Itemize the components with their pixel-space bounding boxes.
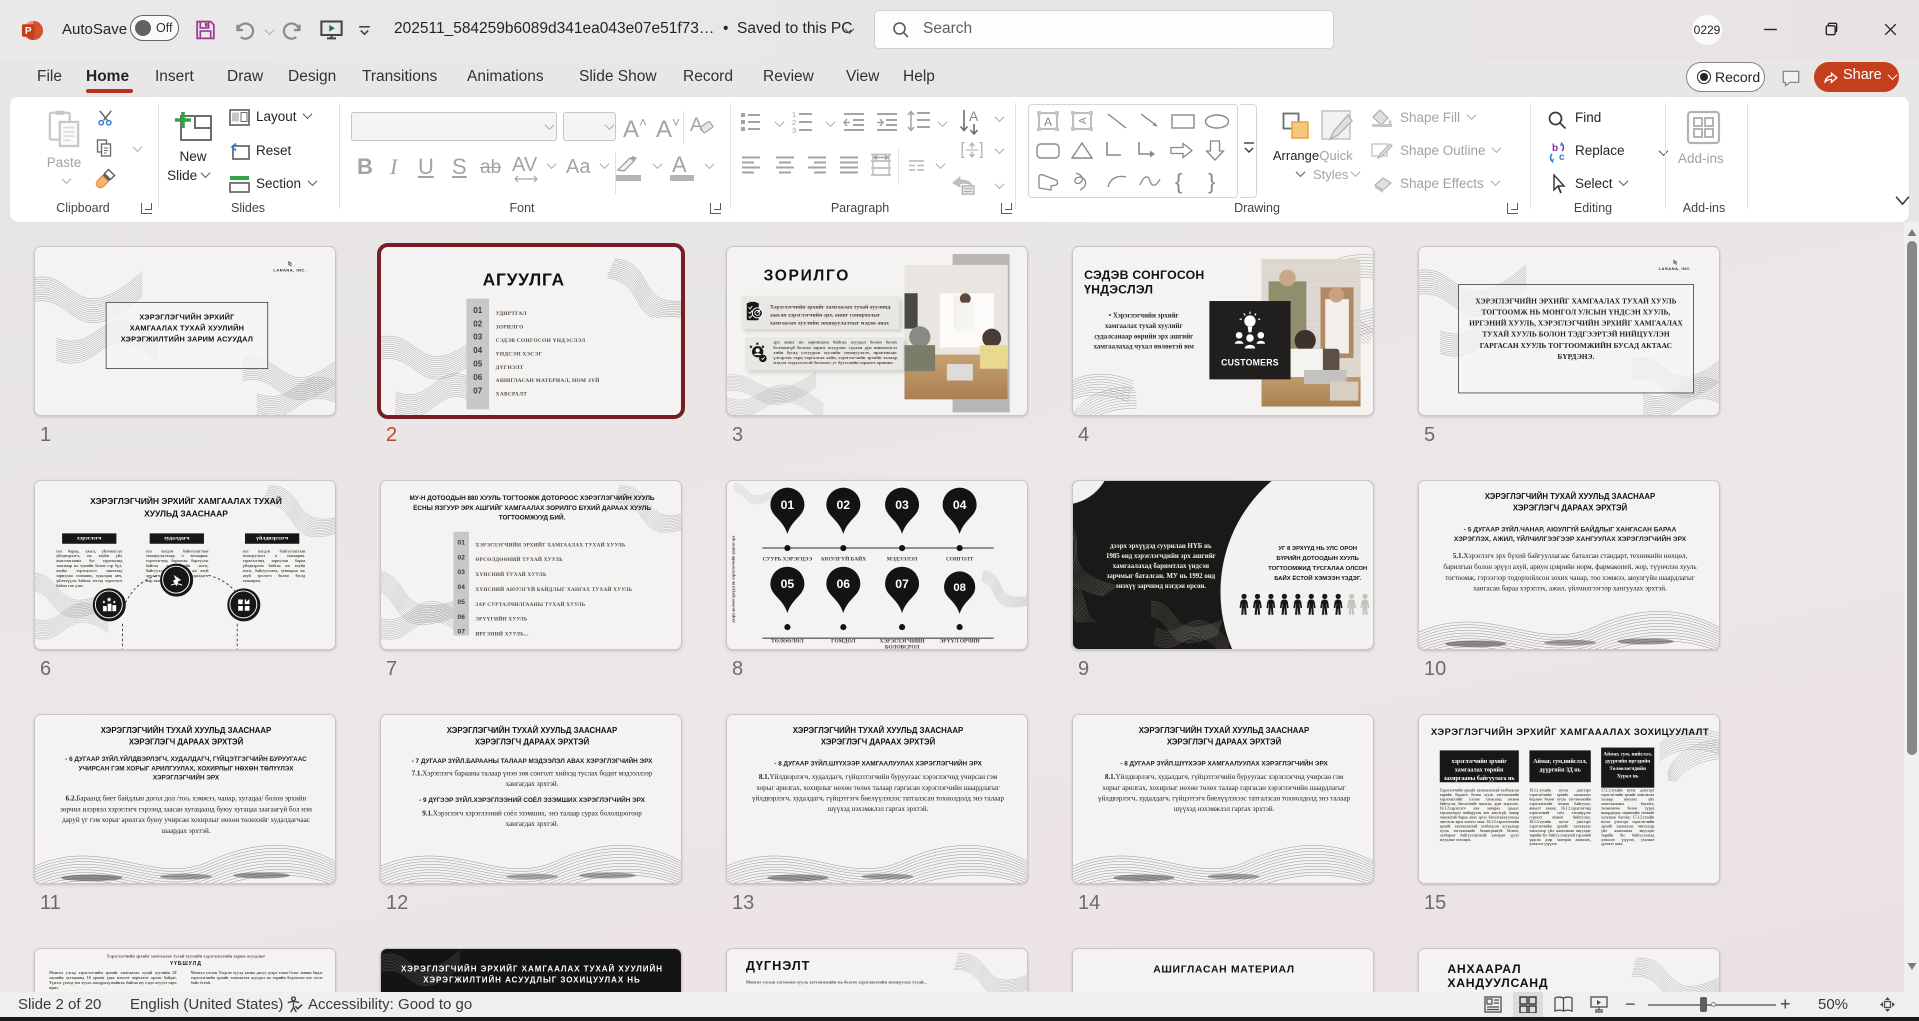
svg-text:06: 06 — [836, 577, 850, 591]
svg-text:04: 04 — [953, 498, 967, 512]
svg-text:03: 03 — [895, 498, 909, 512]
svg-text:ХЭРЭГЛЭГЧИЙН: ХЭРЭГЛЭГЧИЙН — [880, 636, 926, 644]
svg-text:01: 01 — [781, 498, 795, 512]
svg-text:A: A — [1078, 117, 1089, 124]
svg-text:ГОМДОЛ: ГОМДОЛ — [831, 639, 855, 645]
svg-text:3: 3 — [792, 126, 796, 134]
svg-text:08: 08 — [953, 582, 966, 594]
svg-text:b: b — [1552, 143, 1558, 154]
svg-text:c: c — [1559, 152, 1565, 163]
svg-text:A: A — [690, 115, 703, 136]
svg-text:05: 05 — [781, 577, 795, 591]
svg-text:P: P — [25, 26, 32, 37]
svg-text:АЮУЛГҮЙ БАЙХ: АЮУЛГҮЙ БАЙХ — [820, 554, 866, 562]
svg-text:07: 07 — [895, 577, 909, 591]
svg-text:02: 02 — [836, 498, 850, 512]
svg-text:СУУРЬ ХЭРЭГЦЭЭ: СУУРЬ ХЭРЭГЦЭЭ — [763, 556, 813, 562]
svg-text:БОЛОВСРОЛ: БОЛОВСРОЛ — [885, 645, 919, 650]
svg-text:A: A — [969, 108, 979, 124]
svg-text:МЭДЭЭЛЭЛ: МЭДЭЭЛЭЛ — [887, 556, 918, 562]
svg-text:СОНГОЛТ: СОНГОЛТ — [946, 556, 974, 562]
svg-text:A: A — [1044, 115, 1052, 129]
svg-text:ТӨЛӨӨЛӨЛ: ТӨЛӨӨЛӨЛ — [771, 639, 804, 645]
svg-text:ЭРҮҮЛ ОРЧИН: ЭРҮҮЛ ОРЧИН — [940, 639, 981, 645]
